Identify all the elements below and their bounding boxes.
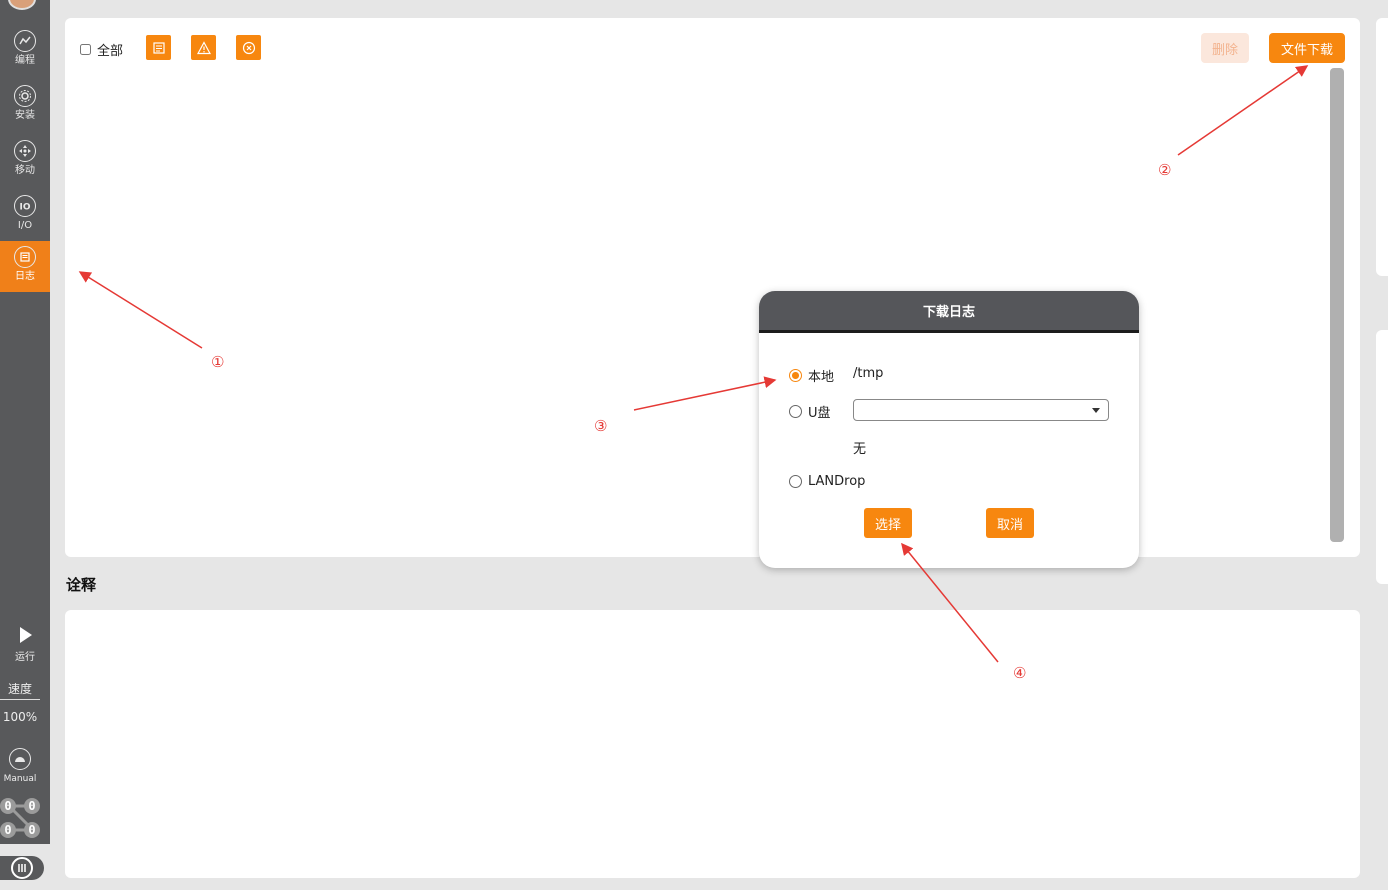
usb-none-text: 无 bbox=[853, 442, 867, 457]
io-status-grid: 0 0 0 0 bbox=[0, 796, 42, 840]
io-icon: IO bbox=[14, 195, 36, 217]
select-all-input[interactable] bbox=[80, 44, 91, 55]
select-all-checkbox[interactable]: 全部 bbox=[80, 40, 123, 59]
sidebar-item-install[interactable]: 安装 bbox=[0, 81, 50, 133]
select-all-label: 全部 bbox=[97, 44, 124, 59]
file-download-button[interactable]: 文件下载 bbox=[1269, 33, 1345, 63]
sidebar-item-label: 移动 bbox=[15, 165, 35, 176]
sidebar-item-label: 安装 bbox=[15, 110, 35, 121]
annotation-label-1: ① bbox=[211, 353, 225, 371]
notes-panel bbox=[65, 610, 1360, 878]
log-scrollbar[interactable] bbox=[1330, 68, 1344, 542]
log-list-panel bbox=[65, 18, 1360, 557]
manual-label: Manual bbox=[3, 774, 37, 784]
radio-landrop[interactable] bbox=[789, 475, 802, 488]
radio-local[interactable] bbox=[789, 369, 802, 382]
warning-icon bbox=[196, 40, 211, 54]
sidebar-item-move[interactable]: 移动 bbox=[0, 136, 50, 188]
log-icon bbox=[14, 246, 36, 268]
sidebar-item-label: I/O bbox=[17, 220, 33, 231]
menu-toggle-button[interactable] bbox=[0, 856, 44, 880]
usb-drive-select[interactable] bbox=[853, 399, 1109, 421]
play-icon bbox=[20, 627, 32, 643]
list-icon bbox=[152, 41, 165, 54]
filter-warning-button[interactable] bbox=[191, 35, 216, 60]
radio-usb[interactable] bbox=[789, 405, 802, 418]
option-local-label: 本地 bbox=[808, 370, 835, 385]
notes-title: 诠释 bbox=[66, 576, 97, 594]
io-dot: 0 bbox=[24, 822, 40, 838]
logo-icon bbox=[8, 0, 36, 10]
select-button[interactable]: 选择 bbox=[864, 508, 912, 538]
gauge-icon bbox=[9, 748, 31, 770]
option-landrop[interactable]: LANDrop bbox=[789, 474, 865, 489]
sidebar: 编程 安装 移动 IO I/O 日志 运行 速度 100% Manual 0 0… bbox=[0, 0, 50, 844]
speed-label: 速度 bbox=[0, 680, 40, 700]
delete-button[interactable]: 删除 bbox=[1201, 33, 1249, 63]
program-icon bbox=[14, 30, 36, 52]
sidebar-item-program[interactable]: 编程 bbox=[0, 26, 50, 78]
sidebar-item-label: 编程 bbox=[15, 55, 35, 66]
annotation-label-3: ③ bbox=[594, 417, 608, 435]
local-path: /tmp bbox=[853, 366, 884, 381]
option-landrop-label: LANDrop bbox=[808, 474, 866, 489]
svg-text:IO: IO bbox=[20, 203, 31, 213]
sidebar-item-io[interactable]: IO I/O bbox=[0, 191, 50, 243]
annotation-label-2: ② bbox=[1158, 161, 1172, 179]
io-dot: 0 bbox=[0, 798, 16, 814]
annotation-label-4: ④ bbox=[1013, 664, 1027, 682]
dialog-title: 下载日志 bbox=[759, 291, 1139, 333]
run-label: 运行 bbox=[15, 652, 35, 663]
option-local[interactable]: 本地 bbox=[789, 366, 834, 385]
move-icon bbox=[14, 140, 36, 162]
install-icon bbox=[14, 85, 36, 107]
filter-info-button[interactable] bbox=[146, 35, 171, 60]
speed-value[interactable]: 100% bbox=[0, 710, 40, 724]
option-usb[interactable]: U盘 bbox=[789, 402, 831, 421]
option-usb-label: U盘 bbox=[808, 406, 831, 421]
sidebar-item-label: 日志 bbox=[15, 271, 35, 282]
io-dot: 0 bbox=[24, 798, 40, 814]
io-dot: 0 bbox=[0, 822, 16, 838]
side-panel bbox=[1376, 330, 1388, 584]
chevron-down-icon bbox=[1092, 408, 1100, 413]
error-icon bbox=[242, 41, 255, 54]
side-panel bbox=[1376, 18, 1388, 276]
cancel-button[interactable]: 取消 bbox=[986, 508, 1034, 538]
bars-icon bbox=[11, 857, 33, 879]
manual-button[interactable]: Manual bbox=[0, 748, 40, 785]
filter-error-button[interactable] bbox=[236, 35, 261, 60]
download-log-dialog: 下载日志 本地 /tmp U盘 无 LANDrop 选择 取消 bbox=[759, 291, 1139, 568]
run-button[interactable]: 运行 bbox=[0, 626, 50, 664]
sidebar-item-log[interactable]: 日志 bbox=[0, 241, 50, 292]
